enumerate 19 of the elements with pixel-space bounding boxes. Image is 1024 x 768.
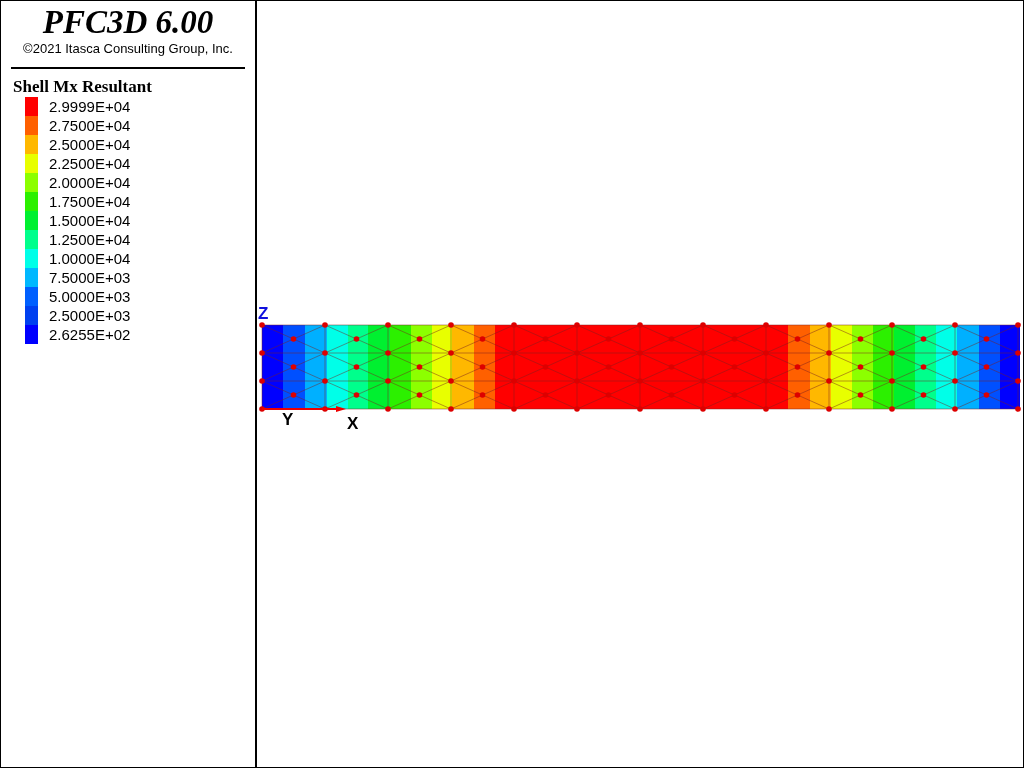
legend-value: 1.5000E+04 (49, 211, 131, 230)
copyright-text: ©2021 Itasca Consulting Group, Inc. (22, 41, 234, 57)
legend-value: 2.5000E+03 (49, 306, 131, 325)
legend-value: 1.0000E+04 (49, 249, 131, 268)
legend-value: 1.2500E+04 (49, 230, 131, 249)
legend-value: 2.9999E+04 (49, 97, 131, 116)
legend-value: 2.2500E+04 (49, 154, 131, 173)
legend-value: 7.5000E+03 (49, 268, 131, 287)
app-title: PFC3D 6.00 (41, 3, 215, 41)
legend-value: 2.7500E+04 (49, 116, 131, 135)
y-axis-label: Y (282, 410, 294, 429)
x-axis-label: X (347, 414, 359, 433)
legend-value: 2.6255E+02 (49, 325, 131, 344)
legend-title: Shell Mx Resultant (13, 77, 153, 97)
legend-value: 5.0000E+03 (49, 287, 131, 306)
legend-value: 2.5000E+04 (49, 135, 131, 154)
legend-value: 1.7500E+04 (49, 192, 131, 211)
z-axis-label: Z (258, 304, 269, 323)
legend-value: 2.0000E+04 (49, 173, 131, 192)
